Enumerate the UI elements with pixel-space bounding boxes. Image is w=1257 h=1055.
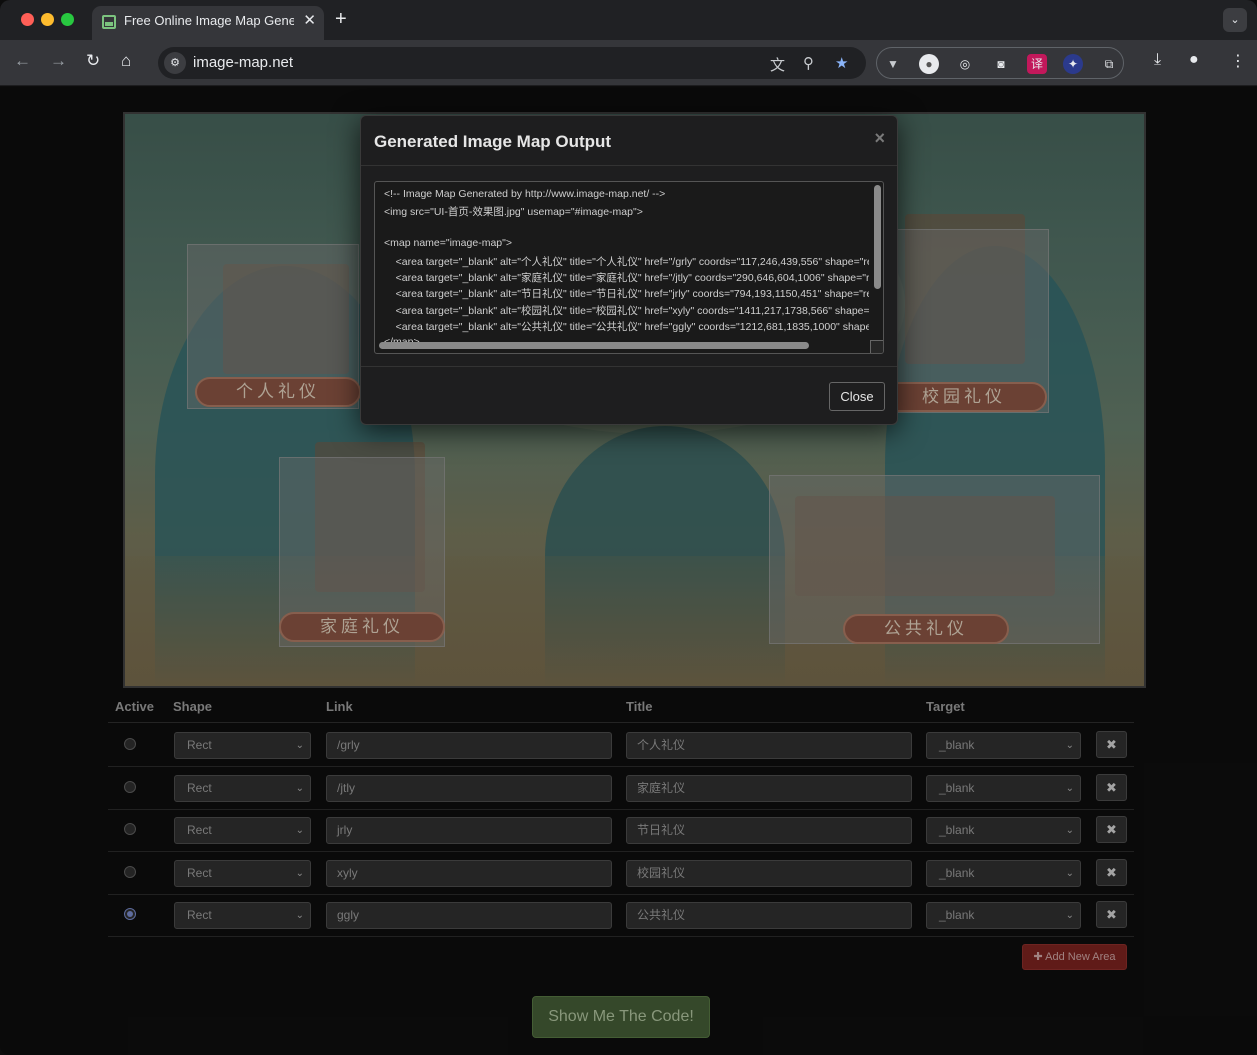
code-line: <area target="_blank" alt="公共礼仪" title="… [384,321,869,334]
modal-title: Generated Image Map Output [374,132,612,151]
close-button[interactable]: Close [829,382,885,411]
address-bar[interactable]: ⚙ image-map.net 文 ⚲ ★ [158,47,866,79]
browser-window: Free Online Image Map Generator ✕ + ⌄ ← … [0,0,1257,1055]
translate-extension-icon[interactable]: 译 [1027,54,1047,74]
code-lines: <!-- Image Map Generated by http://www.i… [384,188,869,352]
modal-header: Generated Image Map Output × [361,116,897,166]
back-arrow-icon[interactable]: ← [14,51,31,71]
code-line: <area target="_blank" alt="校园礼仪" title="… [384,304,869,317]
window-minimize-button[interactable] [41,13,54,26]
camera-extension-icon[interactable]: ◙ [991,54,1011,74]
download-icon[interactable]: ⤓ [1154,51,1161,69]
puzzle-extensions-icon[interactable]: ⧉ [1099,54,1119,74]
code-line: <img src="UI-首页-效果图.jpg" usemap="#image-… [384,206,643,219]
tab-active[interactable]: Free Online Image Map Generator ✕ [92,6,324,40]
resize-handle-icon[interactable] [870,340,883,353]
url-text: image-map.net [193,54,294,71]
code-output-textarea[interactable]: <!-- Image Map Generated by http://www.i… [374,181,884,354]
zoom-icon[interactable]: ⚲ [803,54,814,72]
new-tab-button[interactable]: + [335,8,347,31]
horizontal-scrollbar[interactable] [379,342,809,349]
code-line: <map name="image-map"> [384,237,512,250]
browser-menu-icon[interactable]: ⋮ [1230,51,1246,71]
vertical-scrollbar[interactable] [874,185,881,289]
window-zoom-button[interactable] [61,13,74,26]
code-line: <area target="_blank" alt="家庭礼仪" title="… [384,271,869,284]
vimium-extension-icon[interactable]: ▼ [883,54,903,74]
bookmark-star-icon[interactable]: ★ [835,54,848,72]
profile-avatar-icon[interactable]: ● [1189,51,1199,69]
home-icon[interactable]: ⌂ [121,51,131,71]
forward-arrow-icon[interactable]: → [50,51,67,71]
glasses-extension-icon[interactable]: ◎ [955,54,975,74]
code-line: <area target="_blank" alt="个人礼仪" title="… [384,255,869,268]
reload-icon[interactable]: ↻ [86,51,100,71]
tab-close-icon[interactable]: ✕ [303,11,316,29]
extensions-group: ▼ ● ◎ ◙ 译 ✦ ⧉ [876,47,1124,79]
browser-toolbar: ← → ↻ ⌂ ⚙ image-map.net 文 ⚲ ★ ▼ ● ◎ ◙ 译 … [0,40,1257,86]
tab-strip: Free Online Image Map Generator ✕ + ⌄ [0,0,1257,40]
window-close-button[interactable] [21,13,34,26]
image-favicon-icon [102,15,116,29]
code-line: <area target="_blank" alt="节日礼仪" title="… [384,288,869,301]
output-modal: Generated Image Map Output × <!-- Image … [360,115,898,425]
modal-footer: Close [361,366,897,424]
translate-icon[interactable]: 文 [770,54,785,75]
star-extension-icon[interactable]: ✦ [1063,54,1083,74]
tab-search-chevron-icon[interactable]: ⌄ [1223,8,1247,32]
profile-extension-icon[interactable]: ● [919,54,939,74]
code-line: <!-- Image Map Generated by http://www.i… [384,188,666,200]
site-settings-icon[interactable]: ⚙ [164,52,186,74]
tab-title: Free Online Image Map Generator [124,13,294,28]
close-icon[interactable]: × [874,128,885,149]
